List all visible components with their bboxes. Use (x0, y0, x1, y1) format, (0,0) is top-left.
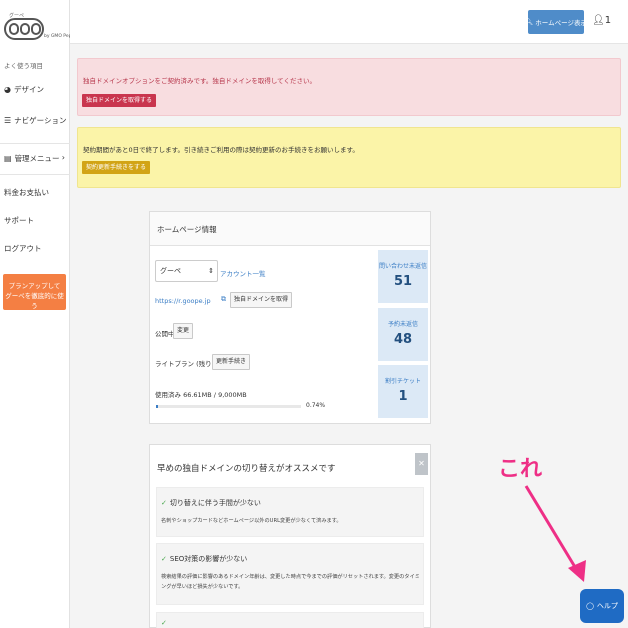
view-homepage-label: ホームページ表示 (535, 19, 587, 27)
usage-progress-bar (156, 405, 301, 408)
homepage-select[interactable]: グーペ ⇕ (155, 260, 218, 282)
stat-discount-tickets[interactable]: 割引チケット 1 (378, 365, 428, 418)
check-icon: ✓ (161, 619, 167, 627)
recommend-item-heading: ✓ SEO対策の影響が少ない (161, 554, 247, 564)
recommend-item-desc: 名刺やショップカードなどホームページ以外のURL変更が少なくて済みます。 (161, 518, 342, 524)
get-domain-button[interactable]: 独自ドメインを取得する (82, 94, 157, 107)
publish-status-label: 公開中 (155, 330, 175, 338)
stat-value: 1 (398, 389, 408, 404)
annotation-arrow-icon (524, 485, 586, 582)
usage-percent: 0.74% (306, 402, 326, 409)
sidebar-item-support[interactable]: サポート (4, 215, 34, 226)
card-header: ホームページ情報 (150, 212, 430, 246)
usage-progress-fill (156, 405, 158, 408)
sidebar-item-label: サポート (4, 216, 34, 225)
user-menu[interactable]: 👤︎1 (592, 15, 611, 26)
recommend-heading-text: 切り替えに伴う手間が少ない (169, 499, 261, 507)
stat-label: 割引チケット (384, 378, 421, 385)
sidebar-item-label: デザイン (13, 85, 44, 94)
sidebar-divider (0, 143, 70, 144)
goope-logo-mark (4, 18, 44, 40)
recommend-item-desc: 検索結果の評価に影響のあるドメイン年齢は、変更した時点で今までの評価がリセットさ… (161, 574, 420, 590)
palette-icon: ◕ (4, 85, 11, 94)
change-status-button[interactable]: 変更 (173, 323, 194, 339)
recommend-item-heading: ✓ 切り替えに伴う手間が少ない (161, 498, 261, 508)
sidebar-item-label: ナビゲーション (14, 116, 67, 125)
homepage-select-value: グーペ (160, 267, 181, 275)
homepage-url-link[interactable]: https://r.goope.jp (155, 297, 211, 305)
stat-value: 51 (393, 274, 413, 289)
recommend-title: 早めの独自ドメインの切り替えがオススメです (157, 464, 336, 474)
usage-label: 使用済み 66.61MB / 9,000MB (155, 391, 247, 399)
renewal-alert-message: 契約期間があと0日で終了します。引き続きご利用の際は契約更新のお手続きをお願いし… (83, 146, 359, 154)
search-icon: 🔍︎ (525, 18, 534, 26)
card-title: ホームページ情報 (157, 225, 217, 234)
recommend-heading-text: SEO対策の影響が少ない (169, 555, 248, 563)
renew-contract-button[interactable]: 契約更新手続きをする (82, 161, 151, 174)
sidebar-item-navigation[interactable]: ☰ ナビゲーション (4, 115, 67, 126)
sidebar-divider (0, 174, 70, 175)
stat-label: 問い合わせ未返信 (378, 263, 427, 270)
get-domain-small-button[interactable]: 独自ドメインを取得 (230, 292, 293, 308)
goope-logo[interactable]: グーペ by GMO Pepabo (4, 12, 80, 48)
stat-unreplied-inquiries[interactable]: 問い合わせ未返信 51 (378, 250, 428, 303)
chevron-right-icon[interactable]: › (62, 153, 65, 162)
list-icon: ☰ (4, 116, 12, 125)
close-icon[interactable]: ✕ (415, 453, 428, 475)
stat-label: 予約未返信 (387, 321, 418, 328)
recommend-item: ✓ (156, 612, 424, 628)
renew-button[interactable]: 更新手続き (212, 354, 251, 370)
recommend-item: ✓ SEO対策の影響が少ない 検索結果の評価に影響のあるドメイン年齢は、変更した時… (156, 543, 424, 605)
sidebar-item-label: ログアウト (4, 244, 42, 253)
sidebar-item-label: 料金お支払い (4, 188, 49, 197)
view-homepage-button[interactable]: 🔍︎ ホームページ表示 (525, 10, 587, 34)
renewal-alert: 契約期間があと0日で終了します。引き続きご利用の際は契約更新のお手続きをお願いし… (77, 127, 621, 188)
recommend-item: ✓ 切り替えに伴う手間が少ない 名刺やショップカードなどホームページ以外のURL変… (156, 487, 424, 537)
user-name: 1 (604, 15, 612, 26)
sidebar-item-admin-menu[interactable]: ▤ 管理メニュー (4, 153, 70, 164)
top-bar: 🔍︎ ホームページ表示 👤︎1 (70, 0, 628, 44)
help-label: ヘルプ (596, 602, 618, 610)
stat-unreplied-reservations[interactable]: 予約未返信 48 (378, 308, 428, 361)
plan-upgrade-line1: プランアップして (8, 282, 61, 290)
menu-icon: ▤ (4, 154, 12, 163)
sidebar-heading: よく使う項目 (4, 62, 43, 70)
stat-value: 48 (393, 332, 413, 347)
annotation-text: これ (498, 457, 543, 482)
sidebar-item-design[interactable]: ◕ デザイン (4, 84, 44, 95)
sidebar-item-logout[interactable]: ログアウト (4, 243, 42, 254)
sidebar-item-label: 管理メニュー (14, 154, 60, 163)
external-link-icon[interactable]: ⧉ (221, 295, 226, 304)
help-button[interactable]: ◯ ヘルプ (580, 589, 624, 623)
sidebar-item-billing[interactable]: 料金お支払い (4, 187, 49, 198)
plan-upgrade-line2: グーペを徹底的に使う (5, 292, 64, 310)
check-icon: ✓ (161, 555, 167, 563)
select-arrows-icon: ⇕ (208, 267, 214, 275)
user-icon: 👤︎ (592, 15, 605, 26)
plan-upgrade-button[interactable]: プランアップして グーペを徹底的に使う (3, 274, 66, 310)
recommend-item-heading: ✓ (161, 619, 170, 627)
sidebar: グーペ by GMO Pepabo よく使う項目 ◕ デザイン ☰ ナビゲーショ… (0, 0, 80, 628)
account-list-link[interactable]: アカウント一覧 (220, 268, 266, 278)
check-icon: ✓ (161, 499, 167, 507)
domain-alert: 独自ドメインオプションをご契約済みです。独自ドメインを取得してください。 独自ド… (77, 58, 621, 116)
chat-bubble-icon: ◯ (586, 602, 594, 610)
domain-alert-message: 独自ドメインオプションをご契約済みです。独自ドメインを取得してください。 (83, 77, 316, 85)
